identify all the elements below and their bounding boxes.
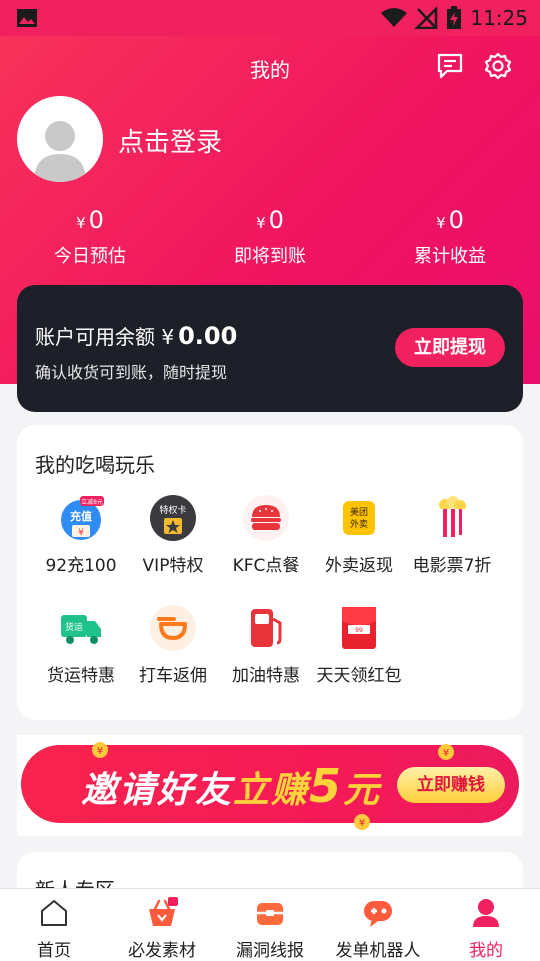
service-item-movie[interactable]: 电影票7折 [402, 495, 502, 576]
service-label: VIP特权 [142, 556, 204, 576]
svg-text:美团: 美团 [350, 506, 368, 518]
stat-value: 0 [88, 206, 104, 234]
nav-label: 首页 [37, 941, 71, 961]
stat-today-estimate[interactable]: ¥0 今日预估 [0, 206, 180, 268]
wifi-icon [381, 8, 407, 27]
recharge-icon: 立减8元 充值 ¥ [58, 495, 104, 541]
service-label: KFC点餐 [232, 556, 300, 576]
clock: 11:25 [470, 6, 528, 30]
home-icon [41, 900, 67, 926]
balance-card: 账户可用余额 ¥0.00 确认收货可到账，随时提现 立即提现 [17, 285, 523, 412]
svg-text:99: 99 [355, 627, 363, 634]
balance-label: 账户可用余额 [35, 325, 155, 349]
service-label: 电影票7折 [412, 556, 492, 576]
stat-label: 累计收益 [414, 246, 486, 267]
service-item-redpacket[interactable]: 99 天天领红包 [309, 605, 409, 686]
meituan-takeout-icon: 美团 外卖 [336, 495, 382, 541]
icon-text: 充值 [70, 509, 92, 523]
box-icon [257, 903, 283, 925]
banner-unit: 元 [343, 770, 382, 811]
gear-icon[interactable] [484, 52, 512, 80]
banner-headline: 邀请好友立赚5元 [81, 759, 381, 813]
balance-amount: 0.00 [178, 322, 238, 350]
didi-taxi-icon [150, 605, 196, 651]
message-icon[interactable] [436, 52, 464, 80]
battery-charging-icon [447, 6, 461, 29]
robot-icon [364, 901, 392, 927]
coin-icon: ¥ [354, 814, 370, 830]
banner-text-earn: 立赚 [233, 770, 310, 811]
balance-subtitle: 确认收货可到账，随时提现 [35, 363, 228, 382]
invite-banner[interactable]: 邀请好友立赚5元 立即赚钱 ¥ ¥ ¥ [17, 735, 523, 836]
svg-text:外卖: 外卖 [350, 518, 368, 530]
balance-title: 账户可用余额 ¥0.00 [35, 321, 237, 350]
nav-item-deals[interactable]: 漏洞线报 [216, 889, 324, 961]
banner-text-invite: 邀请好友 [81, 770, 234, 811]
service-item-freight[interactable]: 货运 货运特惠 [31, 605, 131, 686]
banner-amount: 5 [309, 759, 344, 813]
currency-symbol: ¥ [436, 214, 446, 232]
svg-text:¥: ¥ [359, 818, 365, 829]
service-item-vip[interactable]: 特权卡 VIP特权 [123, 495, 223, 576]
nav-label: 必发素材 [128, 941, 196, 961]
login-link[interactable]: 点击登录 [118, 122, 222, 159]
service-label: 打车返佣 [139, 666, 207, 686]
icon-text: 货运 [65, 621, 83, 633]
popcorn-icon [429, 495, 475, 541]
basket-icon [149, 897, 178, 926]
stat-value: 0 [448, 206, 464, 234]
nav-label: 我的 [469, 941, 503, 961]
service-label: 货运特惠 [47, 666, 115, 686]
stat-pending[interactable]: ¥0 即将到账 [180, 206, 360, 268]
status-bar: 11:25 [0, 0, 540, 36]
nav-item-mine[interactable]: 我的 [432, 889, 540, 961]
nav-item-robot[interactable]: 发单机器人 [324, 889, 432, 961]
default-avatar-icon [17, 96, 103, 182]
person-icon [473, 899, 499, 927]
burger-icon [243, 495, 289, 541]
service-label: 外卖返现 [325, 556, 393, 576]
svg-text:¥: ¥ [78, 528, 84, 538]
icon-text: 特权卡 [159, 504, 186, 516]
earn-now-button[interactable]: 立即赚钱 [397, 767, 505, 803]
service-item-takeout[interactable]: 美团 外卖 外卖返现 [309, 495, 409, 576]
currency-symbol: ¥ [76, 214, 86, 232]
badge-text: 立减8元 [81, 498, 103, 506]
stat-value: 0 [268, 206, 284, 234]
coin-icon: ¥ [438, 744, 454, 760]
stat-label: 即将到账 [234, 246, 306, 267]
svg-text:¥: ¥ [97, 746, 103, 757]
nav-label: 发单机器人 [335, 941, 421, 961]
service-item-fuel[interactable]: 加油特惠 [216, 605, 316, 686]
services-card: 我的吃喝玩乐 立减8元 充值 ¥ 92充100 特权卡 VIP特权 KFC点餐 … [17, 425, 523, 720]
fuel-pump-icon [243, 605, 289, 651]
no-signal-icon [414, 7, 438, 29]
currency-symbol: ¥ [256, 214, 266, 232]
truck-icon: 货运 [58, 605, 104, 651]
service-item-taxi[interactable]: 打车返佣 [123, 605, 223, 686]
avatar[interactable] [17, 96, 103, 182]
bottom-nav: 首页 必发素材 漏洞线报 发单机器人 我的 [0, 888, 540, 961]
vip-card-icon: 特权卡 [150, 495, 196, 541]
service-label: 加油特惠 [232, 666, 300, 686]
withdraw-button[interactable]: 立即提现 [395, 328, 505, 367]
service-item-recharge[interactable]: 立减8元 充值 ¥ 92充100 [31, 495, 131, 576]
stat-label: 今日预估 [54, 246, 126, 267]
service-item-kfc[interactable]: KFC点餐 [216, 495, 316, 576]
section-title: 我的吃喝玩乐 [35, 453, 155, 477]
stat-total-income[interactable]: ¥0 累计收益 [360, 206, 540, 268]
gallery-icon [17, 9, 37, 27]
currency-symbol: ¥ [161, 325, 175, 349]
nav-label: 漏洞线报 [236, 941, 304, 961]
nav-item-home[interactable]: 首页 [0, 889, 108, 961]
service-label: 天天领红包 [316, 666, 402, 686]
nav-item-materials[interactable]: 必发素材 [108, 889, 216, 961]
svg-text:¥: ¥ [443, 748, 449, 759]
service-label: 92充100 [45, 556, 117, 576]
coin-icon: ¥ [92, 742, 108, 758]
red-envelope-icon: 99 [336, 605, 382, 651]
